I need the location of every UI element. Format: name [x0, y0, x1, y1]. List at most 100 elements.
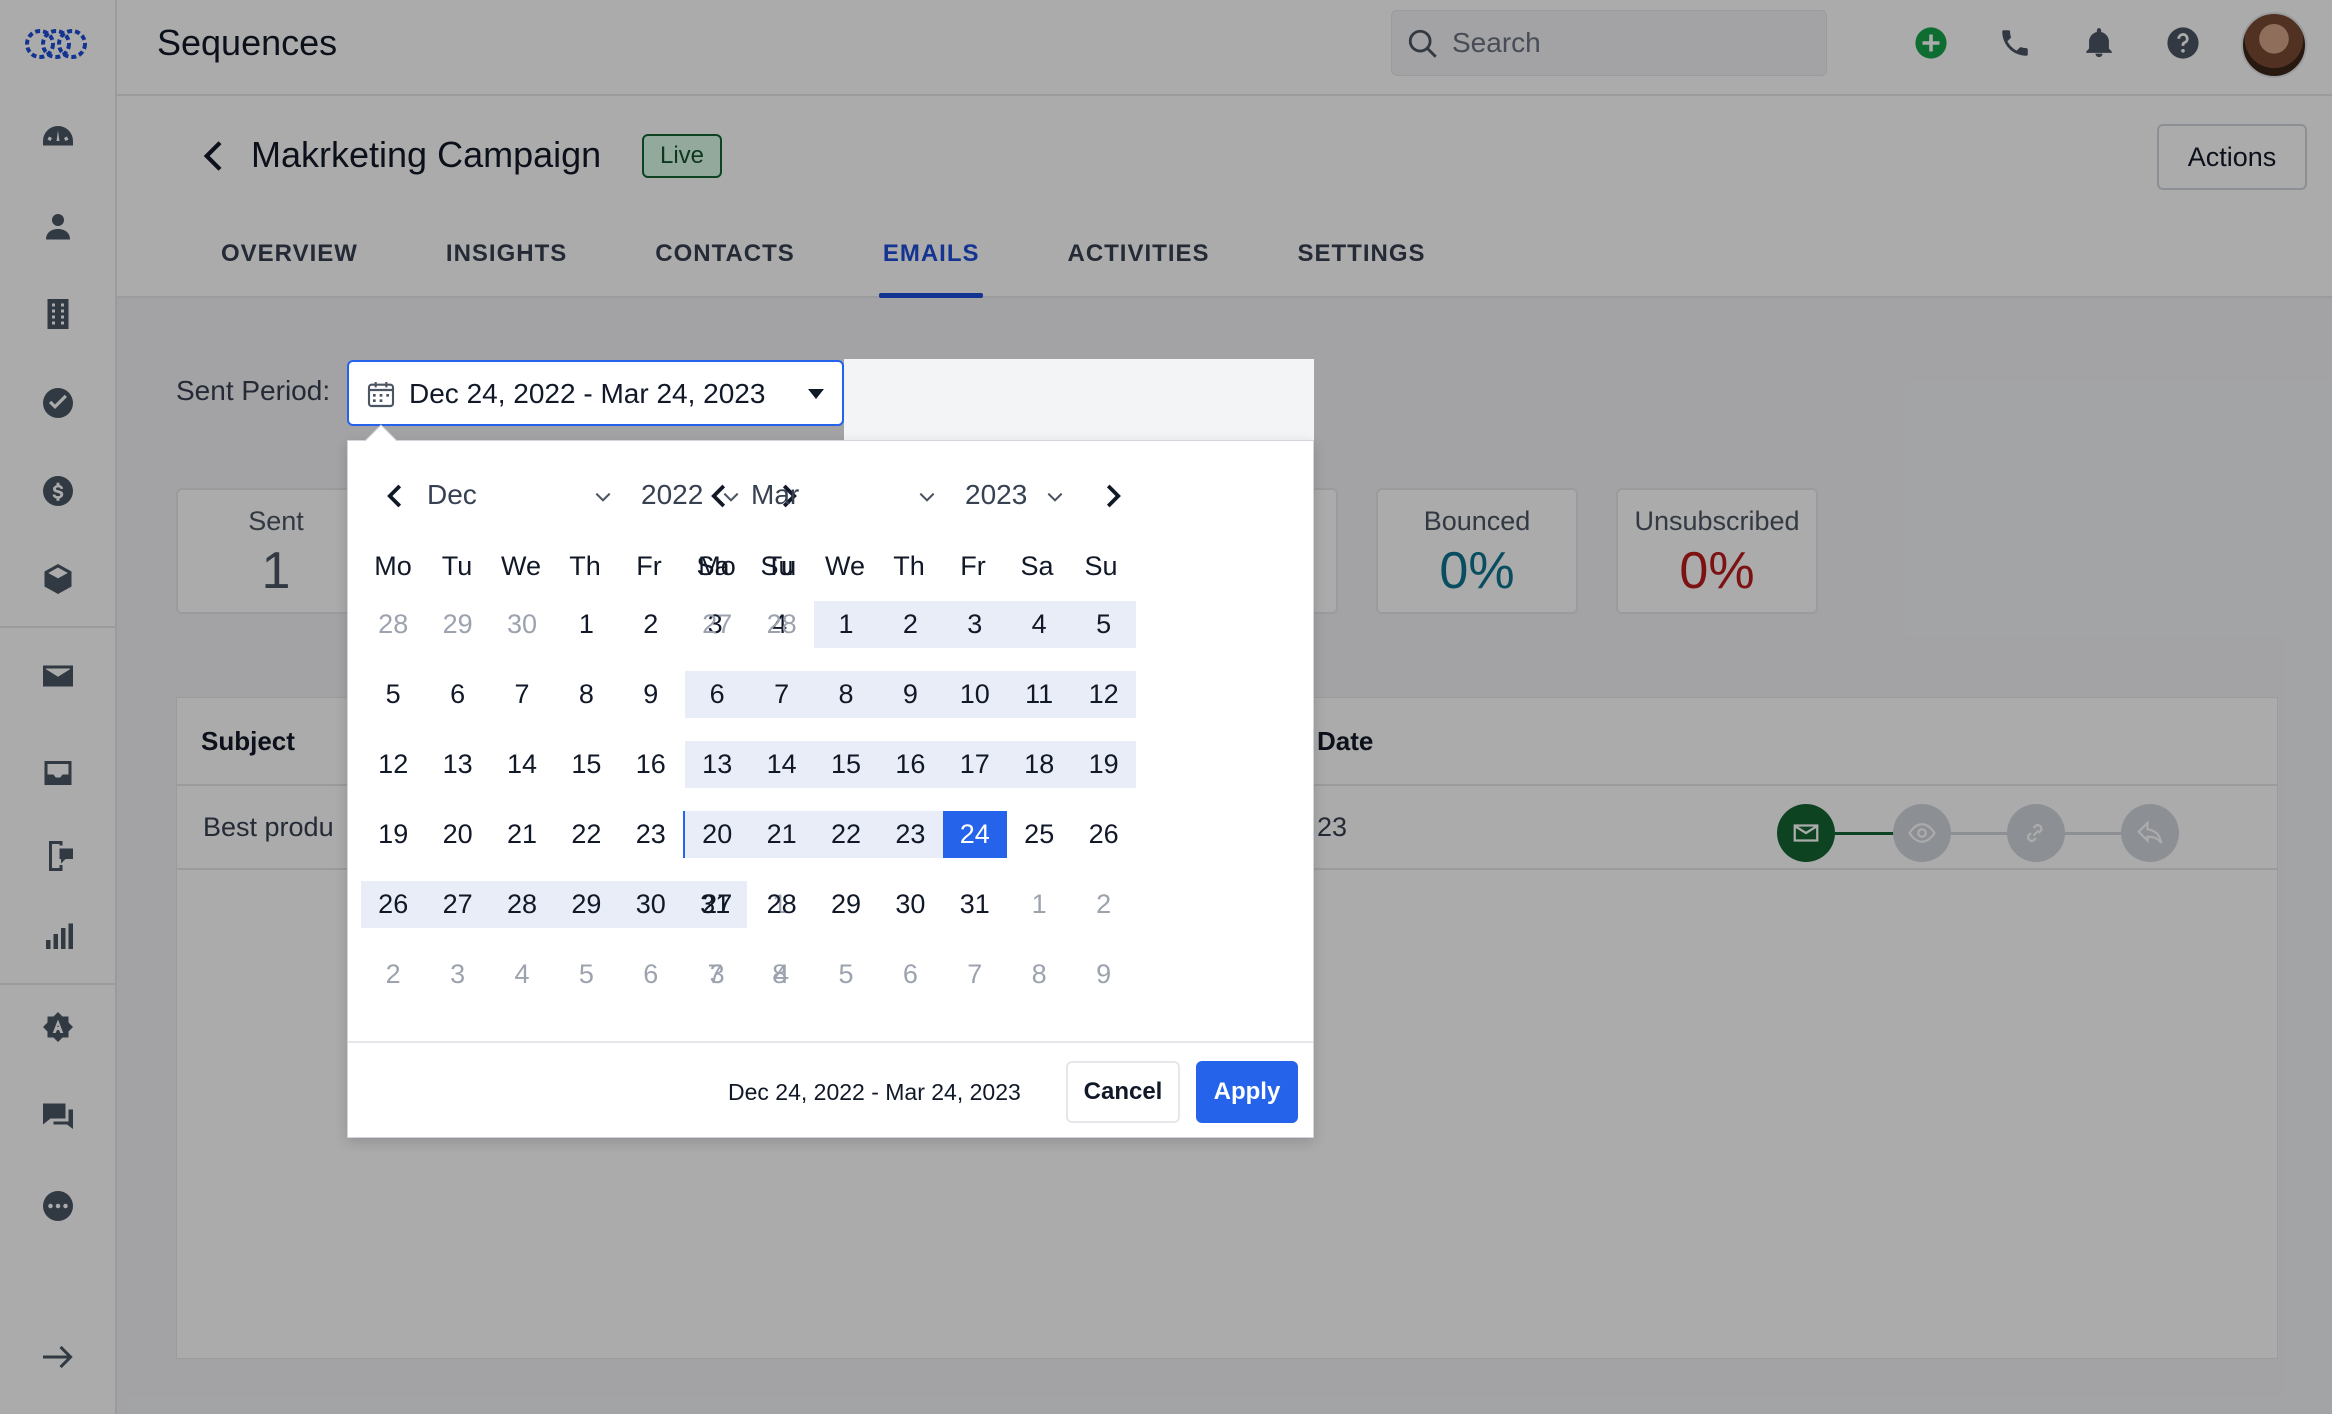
- calendar-day[interactable]: 27: [685, 881, 749, 928]
- calendar-day[interactable]: 31: [943, 881, 1007, 928]
- calendar-day[interactable]: 12: [361, 741, 425, 788]
- year-select[interactable]: 2022: [641, 479, 703, 511]
- calendar-day[interactable]: 14: [749, 741, 814, 788]
- weekday-label: We: [500, 551, 541, 581]
- caret-down-icon: [808, 389, 824, 399]
- calendar-day[interactable]: 25: [1007, 811, 1071, 858]
- calendar-day[interactable]: 8: [1007, 951, 1071, 998]
- calendar-day[interactable]: 10: [942, 671, 1007, 718]
- chevron-down-icon[interactable]: [593, 487, 613, 507]
- month-select[interactable]: Mar: [751, 479, 799, 511]
- calendar-day[interactable]: 2: [619, 601, 683, 648]
- year-select[interactable]: 2023: [965, 479, 1027, 511]
- cancel-button[interactable]: Cancel: [1066, 1061, 1180, 1123]
- calendar-day[interactable]: 7: [749, 671, 814, 718]
- apply-button[interactable]: Apply: [1196, 1061, 1298, 1123]
- calendar-day[interactable]: 6: [425, 671, 489, 718]
- calendar-day[interactable]: 20: [425, 811, 489, 858]
- calendar-day[interactable]: 1: [1007, 881, 1071, 928]
- calendar-day[interactable]: 13: [685, 741, 750, 788]
- weekday-label: Th: [893, 551, 925, 581]
- calendar-day[interactable]: 2: [1071, 881, 1135, 928]
- calendar-day[interactable]: 28: [361, 601, 425, 648]
- calendar-day[interactable]: 23: [878, 811, 943, 858]
- calendar-day[interactable]: 23: [619, 811, 683, 858]
- calendar-day[interactable]: 27: [685, 601, 749, 648]
- calendar-day[interactable]: 4: [1007, 601, 1072, 648]
- chevron-left-icon[interactable]: [381, 481, 411, 511]
- calendar-day[interactable]: 22: [554, 811, 618, 858]
- calendar-day[interactable]: 1: [554, 601, 618, 648]
- calendar-day[interactable]: 28: [489, 881, 555, 928]
- calendar-day[interactable]: 15: [554, 741, 618, 788]
- calendar-day[interactable]: 28: [749, 601, 813, 648]
- calendar-day[interactable]: 8: [813, 671, 879, 718]
- weekday-label: Su: [1084, 551, 1118, 581]
- calendar-day[interactable]: 8: [554, 671, 618, 718]
- calendar-day[interactable]: 6: [619, 951, 683, 998]
- month-select[interactable]: Dec: [427, 479, 477, 511]
- calendar-day[interactable]: 26: [1071, 811, 1135, 858]
- calendar-day[interactable]: 9: [1071, 951, 1135, 998]
- calendar-icon: [367, 382, 395, 408]
- calendar-day[interactable]: 5: [554, 951, 618, 998]
- weekday-label: Fr: [636, 551, 662, 581]
- calendar-day[interactable]: 6: [685, 671, 750, 718]
- weekday-header: Mo Tu We Th Fr Sa Su: [685, 551, 1147, 582]
- calendar-day[interactable]: 18: [1007, 741, 1072, 788]
- calendar-day[interactable]: 21: [749, 811, 814, 858]
- calendar-day[interactable]: 4: [749, 951, 813, 998]
- calendar-day[interactable]: 19: [361, 811, 425, 858]
- weekday-label: Sa: [1020, 551, 1054, 581]
- calendar-day[interactable]: 16: [878, 741, 943, 788]
- calendar-day[interactable]: 12: [1071, 671, 1136, 718]
- chevron-left-icon[interactable]: [705, 481, 735, 511]
- calendar-day[interactable]: 5: [814, 951, 878, 998]
- calendar-day[interactable]: 19: [1071, 741, 1136, 788]
- calendar-day[interactable]: 3: [685, 951, 749, 998]
- calendar-day[interactable]: 1: [813, 601, 879, 648]
- picker-footer: Dec 24, 2022 - Mar 24, 2023 Cancel Apply: [348, 1041, 1313, 1139]
- calendar-day[interactable]: 30: [618, 881, 683, 928]
- calendar-day[interactable]: 6: [878, 951, 942, 998]
- calendar-day[interactable]: 13: [425, 741, 489, 788]
- calendar-day[interactable]: 9: [878, 671, 943, 718]
- calendar-day[interactable]: 20: [685, 811, 750, 858]
- weekday-label: Mo: [374, 551, 412, 581]
- calendar-day[interactable]: 2: [361, 951, 425, 998]
- calendar-day[interactable]: 7: [490, 671, 554, 718]
- filter-strip: [844, 359, 1314, 440]
- calendar-day[interactable]: 5: [361, 671, 425, 718]
- calendar-day[interactable]: 28: [749, 881, 813, 928]
- calendar-day[interactable]: 17: [942, 741, 1007, 788]
- calendar-day[interactable]: 16: [619, 741, 683, 788]
- calendar-day[interactable]: 2: [878, 601, 943, 648]
- calendar-day[interactable]: 24: [942, 811, 1007, 858]
- selected-range-text: Dec 24, 2022 - Mar 24, 2023: [728, 1079, 1021, 1105]
- chevron-down-icon[interactable]: [1045, 487, 1065, 507]
- calendar-day[interactable]: 7: [943, 951, 1007, 998]
- date-range-value: Dec 24, 2022 - Mar 24, 2023: [409, 378, 766, 409]
- calendar-day[interactable]: 9: [619, 671, 683, 718]
- calendar-day[interactable]: 21: [490, 811, 554, 858]
- calendar-day[interactable]: 5: [1071, 601, 1136, 648]
- date-range-dropdown[interactable]: Dec 24, 2022 - Mar 24, 2023: [347, 360, 844, 426]
- chevron-right-icon[interactable]: [1097, 481, 1127, 511]
- calendar-day[interactable]: 15: [813, 741, 879, 788]
- calendar-day[interactable]: 14: [490, 741, 554, 788]
- calendar-day[interactable]: 27: [425, 881, 490, 928]
- calendar-day[interactable]: 30: [878, 881, 942, 928]
- calendar-day[interactable]: 3: [942, 601, 1007, 648]
- calendar-day[interactable]: 22: [813, 811, 879, 858]
- weekday-label: Th: [569, 551, 601, 581]
- calendar-day[interactable]: 29: [554, 881, 619, 928]
- calendar-day[interactable]: 29: [814, 881, 878, 928]
- chevron-down-icon[interactable]: [917, 487, 937, 507]
- calendar-day[interactable]: 4: [490, 951, 554, 998]
- calendar-day[interactable]: 26: [361, 881, 426, 928]
- calendar-day[interactable]: 30: [490, 601, 554, 648]
- calendar-day[interactable]: 3: [425, 951, 489, 998]
- calendar-day[interactable]: 29: [425, 601, 489, 648]
- weekday-label: Fr: [960, 551, 986, 581]
- calendar-day[interactable]: 11: [1007, 671, 1072, 718]
